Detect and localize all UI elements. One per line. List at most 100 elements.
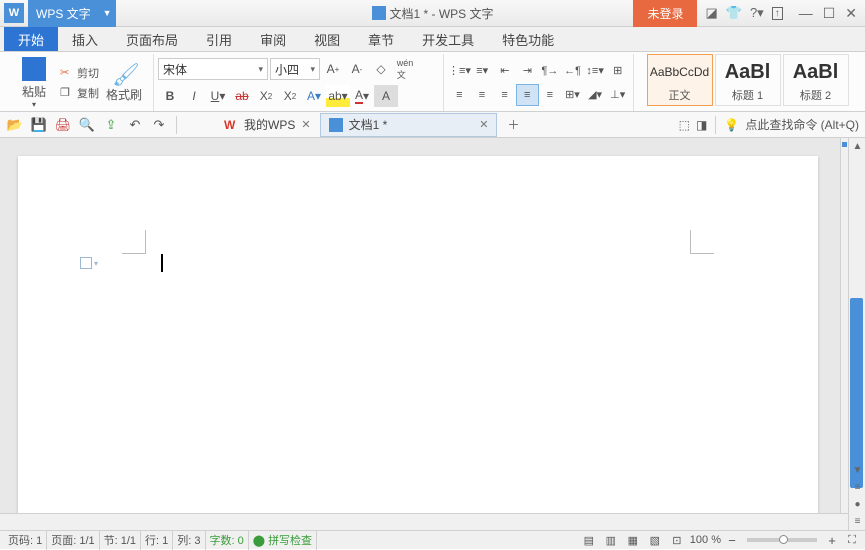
highlight-button[interactable]: ab▾ [326, 85, 350, 107]
page[interactable]: ▾ [18, 156, 818, 530]
open-icon[interactable]: 📂 [6, 116, 24, 134]
copy-button[interactable]: ❐复制 [58, 84, 101, 102]
tab-review[interactable]: 审阅 [246, 27, 300, 51]
subscript-button[interactable]: X2 [278, 85, 302, 107]
tab-insert[interactable]: 插入 [58, 27, 112, 51]
tshirt-icon[interactable]: 👕 [726, 5, 742, 21]
fit-page-button[interactable]: ⛶ [843, 532, 861, 548]
underline-button[interactable]: U▾ [206, 85, 230, 107]
tab-begin[interactable]: 开始 [4, 27, 58, 51]
rtl-button[interactable]: ←¶ [561, 60, 584, 82]
tab-dev[interactable]: 开发工具 [408, 27, 488, 51]
decrease-font-button[interactable]: A- [346, 58, 368, 80]
status-page[interactable]: 页面: 1/1 [47, 531, 99, 550]
font-name-select[interactable]: 宋体▾ [158, 58, 268, 80]
view-web-button[interactable]: ▦ [624, 532, 642, 548]
style-heading2[interactable]: AaBl 标题 2 [783, 54, 849, 106]
vertical-ruler[interactable] [840, 138, 848, 530]
style-normal[interactable]: AaBbCcDd 正文 [647, 54, 713, 106]
status-spellcheck[interactable]: ⬤拼写检查 [249, 531, 317, 550]
status-page-number[interactable]: 页码: 1 [4, 531, 47, 550]
bullets-button[interactable]: ⋮≡▾ [448, 60, 471, 82]
strike-button[interactable]: ab [230, 85, 254, 107]
status-char-count[interactable]: 字数: 0 [206, 531, 249, 550]
para-number-button[interactable]: ⊞▾ [561, 84, 584, 106]
prev-page-button[interactable]: ≡ [849, 479, 865, 496]
font-size-select[interactable]: 小四▾ [270, 58, 320, 80]
distribute-button[interactable]: ≡ [539, 84, 562, 106]
indent-increase-button[interactable]: ⇥ [516, 60, 539, 82]
status-line[interactable]: 行: 1 [141, 531, 173, 550]
tab-special[interactable]: 特色功能 [488, 27, 568, 51]
print-icon[interactable]: 🖨 [54, 116, 72, 134]
text-effects-button[interactable]: A▾ [302, 85, 326, 107]
increase-font-button[interactable]: A+ [322, 58, 344, 80]
search-commands-hint[interactable]: 点此查找命令 (Alt+Q) [745, 116, 859, 133]
scroll-down-button[interactable]: ▼ [849, 462, 865, 479]
cut-button[interactable]: ✂剪切 [58, 64, 101, 82]
browse-object-button[interactable]: ● [849, 496, 865, 513]
app-menu-dropdown[interactable]: ▼ [99, 0, 116, 27]
select-icon[interactable]: ⬚ [679, 118, 690, 132]
next-page-button[interactable]: ≡ [849, 513, 865, 530]
zoom-slider[interactable] [747, 538, 817, 542]
scrollbar-thumb[interactable] [850, 298, 863, 488]
tabs-button[interactable]: ⊥▾ [606, 84, 629, 106]
horizontal-scrollbar[interactable] [0, 513, 848, 530]
char-shading-button[interactable]: A [374, 85, 398, 107]
view-outline-button[interactable]: ▥ [602, 532, 620, 548]
skin-icon[interactable]: ◪ [705, 5, 717, 21]
italic-button[interactable]: I [182, 85, 206, 107]
style-heading1[interactable]: AaBl 标题 1 [715, 54, 781, 106]
minimize-button[interactable]: — [799, 5, 813, 22]
redo-icon[interactable]: ↷ [150, 116, 168, 134]
close-tab-icon[interactable]: ✕ [301, 118, 310, 131]
zoom-out-button[interactable]: − [725, 533, 739, 548]
document-canvas[interactable]: ▾ ▲ ▼ ≡ ● ≡ [0, 138, 865, 530]
borders-button[interactable]: ⊞ [606, 60, 629, 82]
status-column[interactable]: 列: 3 [173, 531, 205, 550]
close-tab-icon[interactable]: ✕ [479, 118, 488, 131]
tab-chapter[interactable]: 章节 [354, 27, 408, 51]
clear-format-button[interactable]: ◇ [370, 58, 392, 80]
zoom-level[interactable]: 100 % [690, 534, 721, 546]
maximize-button[interactable]: ☐ [823, 5, 836, 22]
view-fullscreen-button[interactable]: ⊡ [668, 532, 686, 548]
ltr-button[interactable]: ¶→ [539, 60, 562, 82]
paragraph-handle[interactable]: ▾ [80, 256, 100, 270]
view-reading-button[interactable]: ▧ [646, 532, 664, 548]
align-center-button[interactable]: ≡ [471, 84, 494, 106]
indent-decrease-button[interactable]: ⇤ [494, 60, 517, 82]
add-tab-button[interactable]: ＋ [503, 116, 523, 133]
zoom-slider-thumb[interactable] [779, 535, 788, 544]
zoom-in-button[interactable]: + [825, 533, 839, 548]
tab-mywps[interactable]: W 我的WPS ✕ [215, 113, 320, 137]
vertical-scrollbar[interactable]: ▲ ▼ ≡ ● ≡ [848, 138, 865, 530]
phonetic-button[interactable]: wén文 [394, 58, 416, 80]
align-left-button[interactable]: ≡ [448, 84, 471, 106]
bold-button[interactable]: B [158, 85, 182, 107]
print-preview-icon[interactable]: 🔍 [78, 116, 96, 134]
fullscreen-icon[interactable]: ↑ [772, 7, 783, 20]
tab-ref[interactable]: 引用 [192, 27, 246, 51]
nav-icon[interactable]: ◨ [696, 118, 707, 132]
close-button[interactable]: ✕ [845, 5, 857, 22]
export-icon[interactable]: ⇪ [102, 116, 120, 134]
shading-button[interactable]: ◢▾ [584, 84, 607, 106]
paste-button[interactable]: 粘贴▾ [12, 54, 56, 111]
tab-layout[interactable]: 页面布局 [112, 27, 192, 51]
font-color-button[interactable]: A▾ [350, 85, 374, 107]
format-painter-button[interactable]: 🖌 格式刷 [103, 54, 145, 111]
superscript-button[interactable]: X2 [254, 85, 278, 107]
tab-doc1[interactable]: 文档1 * ✕ [320, 113, 498, 137]
line-spacing-button[interactable]: ↕≡▾ [584, 60, 607, 82]
login-button[interactable]: 未登录 [633, 0, 697, 27]
scroll-up-button[interactable]: ▲ [849, 138, 865, 155]
tab-view[interactable]: 视图 [300, 27, 354, 51]
save-icon[interactable]: 💾 [30, 116, 48, 134]
help-icon[interactable]: ?▾ [750, 5, 764, 21]
align-right-button[interactable]: ≡ [493, 84, 516, 106]
status-section[interactable]: 节: 1/1 [100, 531, 141, 550]
numbering-button[interactable]: ≡▾ [471, 60, 494, 82]
undo-icon[interactable]: ↶ [126, 116, 144, 134]
